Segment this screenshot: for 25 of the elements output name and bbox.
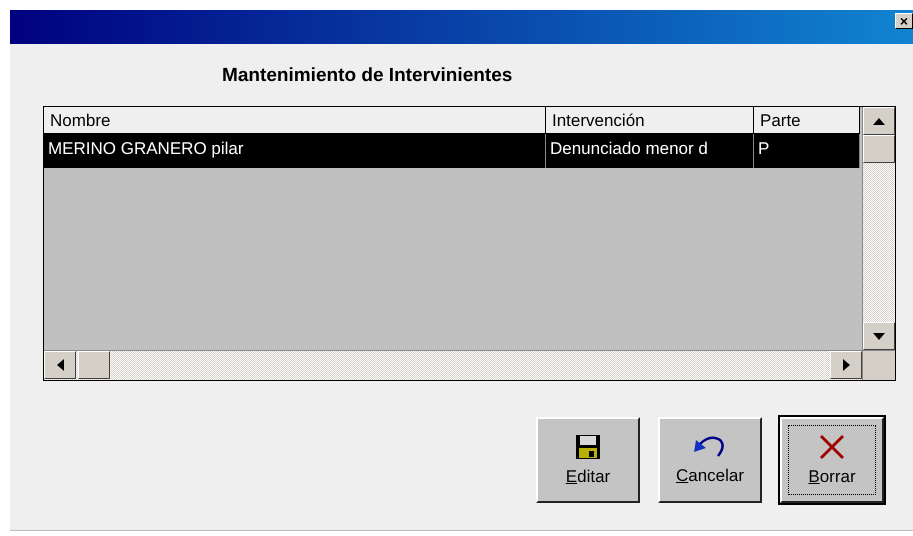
horizontal-scrollbar[interactable] xyxy=(44,350,862,380)
right-arrow-icon xyxy=(842,359,850,371)
column-header[interactable]: Nombre xyxy=(44,107,546,134)
scroll-thumb[interactable] xyxy=(78,351,110,379)
left-arrow-icon xyxy=(56,359,64,371)
scroll-thumb[interactable] xyxy=(863,135,895,163)
down-arrow-icon xyxy=(873,332,885,340)
scroll-up-button[interactable] xyxy=(863,107,895,135)
column-header[interactable]: Parte xyxy=(754,107,860,134)
column-header[interactable]: Intervención xyxy=(546,107,754,134)
action-button[interactable]: Cancelar xyxy=(658,417,762,503)
table-cell: MERINO GRANERO pilar xyxy=(44,134,546,168)
scroll-down-button[interactable] xyxy=(863,322,895,350)
scrollbar-corner xyxy=(862,350,895,380)
table-cell: Denunciado menor d xyxy=(546,134,754,168)
up-arrow-icon xyxy=(873,118,885,124)
scroll-right-button[interactable] xyxy=(830,351,862,379)
close-button[interactable]: × xyxy=(895,13,913,29)
form-title: Mantenimiento de Intervinientes xyxy=(222,65,514,88)
action-button[interactable]: Editar xyxy=(536,417,640,503)
action-button[interactable]: Borrar xyxy=(780,417,884,503)
close-icon xyxy=(818,433,846,461)
scroll-left-button[interactable] xyxy=(44,351,76,379)
table-cell: P xyxy=(754,134,860,168)
vertical-scrollbar[interactable] xyxy=(862,107,895,350)
